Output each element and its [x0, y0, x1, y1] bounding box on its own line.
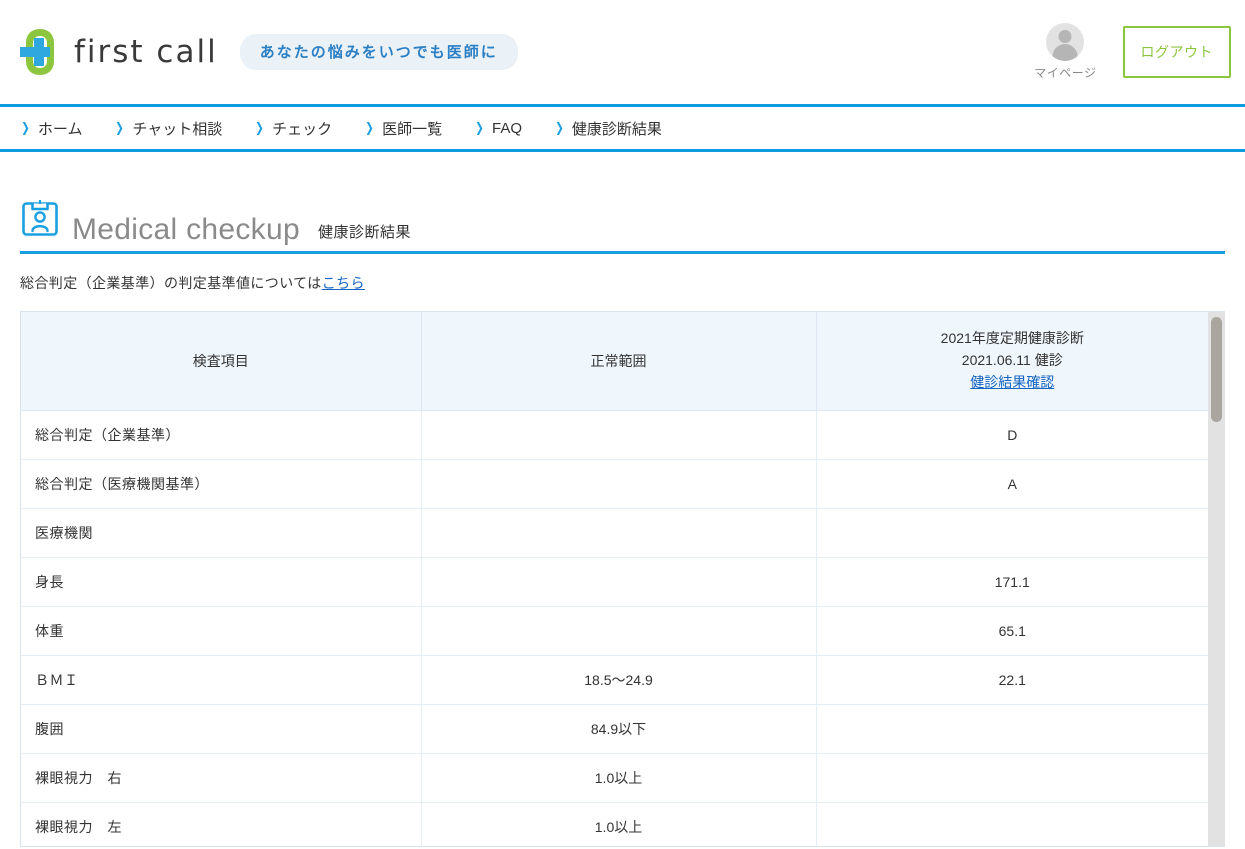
column-header-exam: 2021年度定期健康診断 2021.06.11 健診 健診結果確認: [816, 312, 1208, 410]
nav-item-medical-checkup[interactable]: ❯ 健康診断結果: [554, 118, 662, 139]
cell-item: 医療機関: [21, 508, 421, 557]
criteria-note-text: 総合判定（企業基準）の判定基準値については: [20, 275, 322, 291]
cell-range: [421, 508, 816, 557]
main-content: Medical checkup 健康診断結果 総合判定（企業基準）の判定基準値に…: [0, 152, 1245, 847]
nav-item-check[interactable]: ❯ チェック: [254, 118, 332, 139]
exam-title: 2021年度定期健康診断: [827, 328, 1199, 350]
cell-range: [421, 410, 816, 459]
mypage-button[interactable]: マイページ: [1034, 23, 1096, 81]
cell-range: 1.0以上: [421, 802, 816, 846]
header-right-group: マイページ ログアウト: [1034, 23, 1231, 81]
table-row: 身長 171.1: [21, 557, 1208, 606]
cell-value: 65.1: [816, 606, 1208, 655]
criteria-note-link[interactable]: こちら: [322, 275, 365, 291]
cell-value: 22.1: [816, 655, 1208, 704]
nav-item-label: チェック: [272, 118, 332, 139]
logout-button[interactable]: ログアウト: [1123, 26, 1232, 78]
checkup-table: 検査項目 正常範囲 2021年度定期健康診断 2021.06.11 健診 健診結…: [21, 312, 1208, 846]
page-title-row: Medical checkup 健康診断結果: [20, 152, 1225, 254]
cell-range: 1.0以上: [421, 753, 816, 802]
cell-range: [421, 557, 816, 606]
nav-item-label: 医師一覧: [382, 118, 442, 139]
chevron-right-icon: ❯: [555, 120, 564, 136]
mypage-label: マイページ: [1034, 64, 1096, 81]
site-header: first call あなたの悩みをいつでも医師に マイページ ログアウト: [0, 0, 1245, 104]
column-header-normal-range: 正常範囲: [421, 312, 816, 410]
cell-value: 171.1: [816, 557, 1208, 606]
checkup-table-scroll-area: 検査項目 正常範囲 2021年度定期健康診断 2021.06.11 健診 健診結…: [21, 312, 1208, 846]
chevron-right-icon: ❯: [365, 120, 374, 136]
cell-item: 身長: [21, 557, 421, 606]
table-row: 総合判定（医療機関基準） A: [21, 459, 1208, 508]
exam-date: 2021.06.11 健診: [827, 350, 1199, 372]
table-row: ＢＭＩ 18.5〜24.9 22.1: [21, 655, 1208, 704]
nav-item-label: チャット相談: [132, 118, 222, 139]
scrollbar-thumb[interactable]: [1211, 317, 1222, 422]
nav-item-home[interactable]: ❯ ホーム: [20, 118, 82, 139]
firstcall-cross-logo-icon: [20, 26, 60, 78]
cell-value: [816, 704, 1208, 753]
checkup-table-body: 総合判定（企業基準） D 総合判定（医療機関基準） A 医療機関: [21, 410, 1208, 846]
brand-name: first call: [74, 34, 218, 70]
cell-item: ＢＭＩ: [21, 655, 421, 704]
global-navigation: ❯ ホーム ❯ チャット相談 ❯ チェック ❯ 医師一覧 ❯ FAQ ❯ 健康診…: [0, 104, 1245, 152]
cell-value: A: [816, 459, 1208, 508]
brand-logo-group[interactable]: first call: [20, 26, 218, 78]
cell-range: 84.9以下: [421, 704, 816, 753]
table-row: 医療機関: [21, 508, 1208, 557]
nav-item-chat[interactable]: ❯ チャット相談: [114, 118, 222, 139]
table-row: 体重 65.1: [21, 606, 1208, 655]
cell-item: 体重: [21, 606, 421, 655]
cell-item: 腹囲: [21, 704, 421, 753]
cell-value: [816, 508, 1208, 557]
cell-range: [421, 606, 816, 655]
tagline-badge: あなたの悩みをいつでも医師に: [240, 34, 518, 70]
clipboard-person-icon: [20, 198, 60, 243]
chevron-right-icon: ❯: [21, 120, 30, 136]
nav-item-label: FAQ: [492, 120, 522, 137]
chevron-right-icon: ❯: [255, 120, 264, 136]
nav-item-faq[interactable]: ❯ FAQ: [474, 120, 522, 137]
checkup-table-container: 検査項目 正常範囲 2021年度定期健康診断 2021.06.11 健診 健診結…: [20, 311, 1225, 847]
page-title: Medical checkup: [72, 215, 300, 245]
chevron-right-icon: ❯: [475, 120, 484, 136]
table-row: 裸眼視力 右 1.0以上: [21, 753, 1208, 802]
table-header-row: 検査項目 正常範囲 2021年度定期健康診断 2021.06.11 健診 健診結…: [21, 312, 1208, 410]
nav-item-doctor-list[interactable]: ❯ 医師一覧: [364, 118, 442, 139]
cell-item: 総合判定（企業基準）: [21, 410, 421, 459]
cell-range: [421, 459, 816, 508]
criteria-note: 総合判定（企業基準）の判定基準値についてはこちら: [20, 273, 1225, 293]
chevron-right-icon: ❯: [116, 120, 125, 136]
table-vertical-scrollbar[interactable]: [1208, 312, 1225, 846]
cell-item: 裸眼視力 右: [21, 753, 421, 802]
exam-result-link[interactable]: 健診結果確認: [970, 374, 1054, 390]
cell-value: D: [816, 410, 1208, 459]
column-header-item: 検査項目: [21, 312, 421, 410]
user-avatar-icon: [1046, 23, 1084, 61]
page-subtitle: 健康診断結果: [318, 221, 411, 242]
cell-item: 裸眼視力 左: [21, 802, 421, 846]
cell-value: [816, 753, 1208, 802]
cell-item: 総合判定（医療機関基準）: [21, 459, 421, 508]
table-row: 裸眼視力 左 1.0以上: [21, 802, 1208, 846]
table-row: 腹囲 84.9以下: [21, 704, 1208, 753]
nav-item-label: 健康診断結果: [572, 118, 662, 139]
cell-value: [816, 802, 1208, 846]
nav-item-label: ホーム: [38, 118, 83, 139]
table-row: 総合判定（企業基準） D: [21, 410, 1208, 459]
cell-range: 18.5〜24.9: [421, 655, 816, 704]
